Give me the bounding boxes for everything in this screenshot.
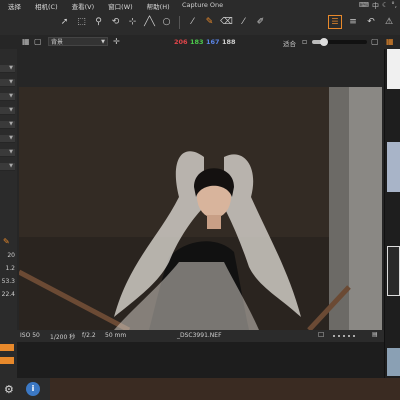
toolbar-right: ☰ ≡ ↶ ⚠: [328, 15, 396, 29]
chevron-down-icon: ▼: [9, 163, 13, 169]
panel-row[interactable]: ▼: [0, 121, 15, 129]
rgb-blue-value: 167: [206, 38, 220, 46]
zoom-in-icon[interactable]: ▢: [371, 37, 379, 46]
filmstrip-thumbnail[interactable]: [387, 142, 400, 192]
panel-row[interactable]: ▼: [0, 107, 15, 115]
panel-row[interactable]: ▼: [0, 149, 15, 157]
grid-view-icon[interactable]: ▦: [22, 37, 30, 46]
panel-row[interactable]: ▼: [0, 163, 15, 171]
style-select-value: 背景: [51, 39, 64, 46]
panel-orange-swatch[interactable]: [0, 357, 14, 364]
rgb-green-value: 183: [190, 38, 204, 46]
zoom-icon[interactable]: ⚲: [92, 16, 105, 29]
panel-row[interactable]: ▼: [0, 135, 15, 143]
viewer-toolbar: ▦ ▢ 背景 ▼ ✛ 206 183 167 188 适合 ▫ ▢ ▦: [0, 35, 400, 50]
system-tray: ⌨ 中 ☾ °,: [359, 1, 397, 11]
panel-value: 1.2: [5, 265, 15, 272]
filmstrip: [384, 49, 400, 378]
shutter-value: 1/200 秒: [50, 334, 76, 341]
gear-icon[interactable]: ⚙: [4, 383, 14, 396]
rotate-icon[interactable]: ⟲: [109, 16, 122, 29]
picker-icon[interactable]: ⁄: [186, 16, 199, 29]
chevron-down-icon: ▼: [9, 79, 13, 85]
iso-value: ISO 50: [20, 332, 40, 339]
chevron-down-icon: ▼: [9, 135, 13, 141]
info-icon[interactable]: i: [26, 382, 40, 396]
panel-value: 53.3: [1, 278, 15, 285]
photo-image: [19, 87, 382, 330]
copy-icon[interactable]: ≡: [346, 15, 360, 29]
crop-icon[interactable]: ⬚: [75, 16, 88, 29]
menu-view[interactable]: 查看(V): [64, 1, 101, 11]
chevron-down-icon: ▼: [9, 149, 13, 155]
photo-pillar-light: [349, 87, 382, 330]
keystone-icon[interactable]: ╱╲: [143, 16, 156, 29]
panel-row[interactable]: ▼: [0, 93, 15, 101]
spot-icon[interactable]: ○: [160, 16, 173, 29]
cursor-tools: ➚ ⬚ ⚲ ⟲ ⊹ ╱╲ ○ ⁄ ✎ ⌫ ⁄ ✐: [58, 16, 267, 29]
chevron-down-icon: ▼: [9, 65, 13, 71]
bottom-bar: ⚙ i: [0, 378, 400, 400]
menubar: 选择 相机(C) 查看(V) 窗口(W) 帮助(H) Capture One ⌨…: [0, 0, 400, 11]
zoom-label[interactable]: 适合: [283, 38, 296, 48]
menu-window[interactable]: 窗口(W): [100, 1, 139, 11]
keyboard-icon[interactable]: ⌨: [359, 1, 369, 11]
exposure-warning-icon[interactable]: ⚠: [382, 15, 396, 29]
photo-canvas[interactable]: [19, 87, 382, 330]
chevron-down-icon: ▼: [9, 121, 13, 127]
straighten-icon[interactable]: ⊹: [126, 16, 139, 29]
menu-select[interactable]: 选择: [0, 1, 27, 11]
rating-dots[interactable]: [333, 333, 355, 337]
style-select[interactable]: 背景 ▼: [48, 37, 108, 46]
punctuation-icon[interactable]: °,: [391, 1, 397, 11]
panel-row[interactable]: ▼: [0, 65, 15, 73]
menu-help[interactable]: 帮助(H): [139, 1, 176, 11]
filmstrip-thumbnail[interactable]: [387, 348, 400, 376]
moon-icon[interactable]: ☾: [382, 1, 388, 11]
aperture-value: f/2.2: [82, 332, 96, 339]
left-tool-panel: ▼ ▼ ▼ ▼ ▼ ▼ ▼ ▼ ✎ 20 1.2 53.3 22.4: [0, 49, 17, 378]
chinese-input-icon[interactable]: 中: [372, 1, 379, 11]
gradient-icon[interactable]: ⁄: [237, 16, 250, 29]
color-tag-icon[interactable]: ▤: [372, 331, 378, 338]
toolbar-separator: [179, 16, 180, 29]
app-title: Capture One: [182, 1, 224, 9]
file-name: _DSC3991.NEF: [177, 332, 222, 339]
filmstrip-thumbnail[interactable]: [387, 49, 400, 89]
panel-orange-swatch[interactable]: [0, 344, 14, 351]
eraser-icon[interactable]: ⌫: [220, 16, 233, 29]
menu-camera[interactable]: 相机(C): [27, 1, 64, 11]
zoom-out-icon[interactable]: ▫: [302, 37, 307, 46]
crosshair-icon[interactable]: ✛: [113, 37, 120, 46]
brush-icon[interactable]: ✎: [203, 16, 216, 29]
chevron-down-icon: ▼: [9, 93, 13, 99]
panel-value: 20: [7, 252, 15, 259]
focal-length-value: 50 mm: [105, 332, 127, 339]
photo-neck: [207, 215, 221, 229]
brush-indicator-icon: ✎: [3, 237, 10, 246]
grid-overlay-icon[interactable]: ▦: [386, 37, 394, 46]
zoom-slider-knob[interactable]: [320, 38, 329, 46]
panel-row[interactable]: ▼: [0, 79, 15, 87]
adjustments-clipboard-icon[interactable]: ☰: [328, 15, 342, 29]
single-view-icon[interactable]: ▢: [34, 37, 42, 46]
select-icon[interactable]: ➚: [58, 16, 71, 29]
pen-icon[interactable]: ✐: [254, 16, 267, 29]
chevron-down-icon: ▼: [101, 39, 105, 45]
chevron-down-icon: ▼: [9, 107, 13, 113]
image-info-bar: ISO 50 1/200 秒 f/2.2 50 mm _DSC3991.NEF …: [17, 330, 384, 342]
rating-box-icon[interactable]: ☐: [318, 331, 324, 339]
toolbar: ➚ ⬚ ⚲ ⟲ ⊹ ╱╲ ○ ⁄ ✎ ⌫ ⁄ ✐ ☰ ≡ ↶ ⚠: [0, 11, 400, 36]
undo-icon[interactable]: ↶: [364, 15, 378, 29]
filmstrip-thumbnail-selected[interactable]: [387, 246, 400, 296]
rgb-alpha-value: 188: [222, 38, 236, 46]
rgb-red-value: 206: [174, 38, 188, 46]
panel-value: 22.4: [1, 291, 15, 298]
zoom-slider[interactable]: [312, 38, 367, 46]
